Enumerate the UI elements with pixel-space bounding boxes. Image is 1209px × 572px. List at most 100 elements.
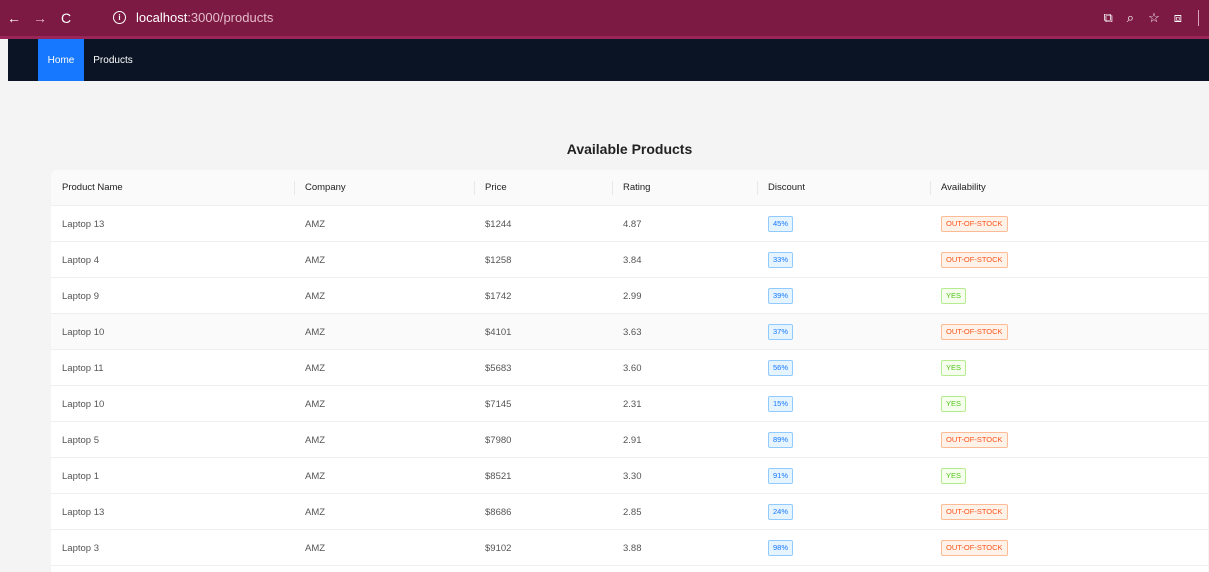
toolbar-divider — [1198, 10, 1199, 26]
cell-rating: 2.31 — [623, 399, 642, 410]
availability-tag: YES — [941, 468, 967, 484]
table-row[interactable]: Laptop 10 AMZ $7145 2.31 15% YES — [51, 386, 1208, 422]
discount-tag: 56% — [768, 360, 794, 376]
table-header: Product Name Company Price Rating Discou… — [51, 170, 1208, 206]
extensions-icon[interactable]: ⧈ — [1174, 10, 1182, 26]
header-availability[interactable]: Availability — [941, 182, 986, 193]
cell-price: $1244 — [485, 219, 512, 230]
forward-arrow-icon[interactable]: → — [30, 10, 50, 26]
cell-product-name: Laptop 5 — [62, 435, 99, 446]
availability-tag: OUT-OF-STOCK — [941, 324, 1008, 340]
discount-tag: 37% — [768, 324, 794, 340]
cell-price: $1258 — [485, 255, 512, 266]
table-row[interactable]: Laptop 5 AMZ $7980 2.91 89% OUT-OF-STOCK — [51, 422, 1208, 458]
reload-icon[interactable]: C — [56, 10, 76, 26]
zoom-icon[interactable]: ⌕ — [1127, 10, 1134, 26]
table-row[interactable]: Laptop 13 AMZ $1244 4.87 45% OUT-OF-STOCK — [51, 206, 1208, 242]
app-navbar: Home Products — [8, 39, 1209, 81]
cell-price: $8686 — [485, 507, 512, 518]
availability-tag: OUT-OF-STOCK — [941, 432, 1008, 448]
cell-price: $7980 — [485, 435, 512, 446]
cell-company: AMZ — [305, 543, 326, 554]
back-arrow-icon[interactable]: ← — [4, 10, 24, 26]
availability-tag: YES — [941, 360, 967, 376]
availability-tag: YES — [941, 396, 967, 412]
header-divider — [757, 181, 758, 195]
cell-company: AMZ — [305, 291, 326, 302]
header-divider — [474, 181, 475, 195]
discount-tag: 89% — [768, 432, 794, 448]
cell-price: $4101 — [485, 327, 512, 338]
table-row[interactable]: Laptop 11 AMZ $5683 3.60 56% YES — [51, 350, 1208, 386]
cell-rating: 3.88 — [623, 543, 642, 554]
discount-tag: 91% — [768, 468, 794, 484]
header-product-name[interactable]: Product Name — [62, 182, 123, 193]
nav-products-link[interactable]: Products — [84, 39, 142, 81]
cell-rating: 3.63 — [623, 327, 642, 338]
cell-rating: 2.99 — [623, 291, 642, 302]
header-discount[interactable]: Discount — [768, 182, 805, 193]
table-body: Laptop 13 AMZ $1244 4.87 45% OUT-OF-STOCK Lapt… — [51, 206, 1208, 566]
table-row[interactable]: Laptop 9 AMZ $1742 2.99 39% YES — [51, 278, 1208, 314]
cell-rating: 3.84 — [623, 255, 642, 266]
availability-tag: OUT-OF-STOCK — [941, 540, 1008, 556]
cell-product-name: Laptop 10 — [62, 327, 105, 338]
products-table: Product Name Company Price Rating Discou… — [51, 170, 1208, 572]
cell-company: AMZ — [305, 507, 326, 518]
cell-rating: 2.91 — [623, 435, 642, 446]
cell-rating: 3.30 — [623, 471, 642, 482]
header-divider — [612, 181, 613, 195]
page-title: Available Products — [566, 141, 693, 157]
cell-price: $5683 — [485, 363, 512, 374]
table-row[interactable]: Laptop 3 AMZ $9102 3.88 98% OUT-OF-STOCK — [51, 530, 1208, 566]
cell-product-name: Laptop 9 — [62, 291, 99, 302]
cell-price: $8521 — [485, 471, 512, 482]
header-divider — [294, 181, 295, 195]
discount-tag: 24% — [768, 504, 794, 520]
availability-tag: OUT-OF-STOCK — [941, 216, 1008, 232]
discount-tag: 15% — [768, 396, 794, 412]
cell-product-name: Laptop 3 — [62, 543, 99, 554]
cell-company: AMZ — [305, 471, 326, 482]
cell-rating: 2.85 — [623, 507, 642, 518]
cell-company: AMZ — [305, 255, 326, 266]
cell-company: AMZ — [305, 219, 326, 230]
browser-actions: ⧉ ⌕ ☆ ⧈ — [1103, 10, 1199, 26]
discount-tag: 98% — [768, 540, 794, 556]
cast-icon[interactable]: ⧉ — [1103, 10, 1112, 26]
cell-product-name: Laptop 11 — [62, 363, 104, 374]
cell-company: AMZ — [305, 435, 326, 446]
header-rating[interactable]: Rating — [623, 182, 650, 193]
table-row[interactable]: Laptop 4 AMZ $1258 3.84 33% OUT-OF-STOCK — [51, 242, 1208, 278]
table-row[interactable]: Laptop 10 AMZ $4101 3.63 37% OUT-OF-STOCK — [51, 314, 1208, 350]
cell-rating: 4.87 — [623, 219, 642, 230]
header-divider — [930, 181, 931, 195]
discount-tag: 39% — [768, 288, 794, 304]
cell-product-name: Laptop 4 — [62, 255, 99, 266]
discount-tag: 45% — [768, 216, 794, 232]
cell-product-name: Laptop 10 — [62, 399, 105, 410]
cell-price: $9102 — [485, 543, 512, 554]
cell-company: AMZ — [305, 327, 326, 338]
cell-company: AMZ — [305, 399, 326, 410]
cell-product-name: Laptop 13 — [62, 507, 105, 518]
cell-rating: 3.60 — [623, 363, 642, 374]
cell-product-name: Laptop 13 — [62, 219, 105, 230]
address-bar[interactable]: i localhost:3000/products — [113, 10, 273, 25]
bookmark-star-icon[interactable]: ☆ — [1148, 10, 1160, 26]
cell-company: AMZ — [305, 363, 326, 374]
header-price[interactable]: Price — [485, 182, 507, 193]
table-row[interactable]: Laptop 1 AMZ $8521 3.30 91% YES — [51, 458, 1208, 494]
availability-tag: OUT-OF-STOCK — [941, 504, 1008, 520]
url-path: :3000/products — [187, 10, 274, 25]
nav-home-link[interactable]: Home — [38, 39, 84, 81]
availability-tag: OUT-OF-STOCK — [941, 252, 1008, 268]
cell-price: $1742 — [485, 291, 512, 302]
cell-price: $7145 — [485, 399, 512, 410]
url-host: localhost — [136, 10, 188, 25]
discount-tag: 33% — [768, 252, 794, 268]
cell-product-name: Laptop 1 — [62, 471, 99, 482]
header-company[interactable]: Company — [305, 182, 346, 193]
table-row[interactable]: Laptop 13 AMZ $8686 2.85 24% OUT-OF-STOCK — [51, 494, 1208, 530]
site-info-icon[interactable]: i — [113, 11, 126, 24]
